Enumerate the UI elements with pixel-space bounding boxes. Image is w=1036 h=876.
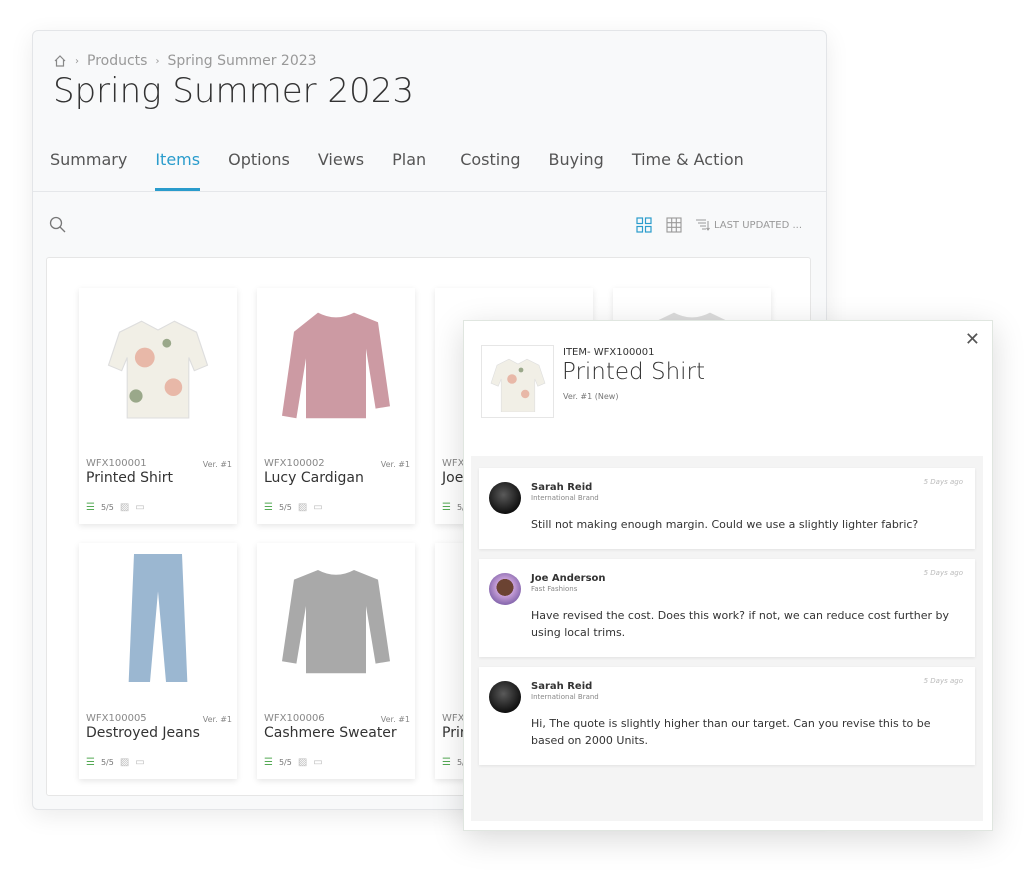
- progress-count: 5/5: [100, 503, 114, 512]
- item-meta: ☰ 5/5 ▨ ▭: [86, 757, 231, 768]
- item-code: ITEM- WFX100001: [563, 347, 655, 358]
- item-version: Ver. #1: [380, 715, 410, 724]
- item-info: WFX100001 Ver. #1 Printed Shirt ☰ 5/5 ▨ …: [79, 438, 237, 513]
- item-card[interactable]: WFX100005 Ver. #1 Destroyed Jeans ☰ 5/5 …: [79, 543, 237, 779]
- breadcrumb-current: Spring Summer 2023: [167, 53, 317, 69]
- comment: 5 Days ago Joe Anderson Fast Fashions Ha…: [479, 559, 975, 657]
- comment: 5 Days ago Sarah Reid International Bran…: [479, 667, 975, 765]
- item-image: [79, 288, 237, 438]
- progress-count: 5/5: [278, 503, 292, 512]
- sort-label: LAST UPDATED ...: [713, 219, 802, 231]
- checklist-icon: ☰: [264, 502, 273, 513]
- comment-author: Sarah Reid: [531, 482, 593, 493]
- checklist-icon: ☰: [442, 757, 451, 768]
- item-thumbnail: [481, 345, 554, 418]
- item-meta: ☰ 5/5 ▨ ▭: [264, 757, 409, 768]
- image-icon[interactable]: ▨: [120, 757, 129, 768]
- comment-icon[interactable]: ▭: [135, 757, 144, 768]
- item-name: Lucy Cardigan: [264, 470, 364, 486]
- avatar: [489, 482, 521, 514]
- tab-costing[interactable]: Costing: [460, 149, 534, 191]
- avatar: [489, 573, 521, 605]
- comment-author: Sarah Reid: [531, 681, 593, 692]
- progress-count: 5/5: [278, 758, 292, 767]
- sort-icon: [695, 219, 710, 231]
- item-name: Printed Shirt: [562, 359, 706, 385]
- tab-options[interactable]: Options: [228, 149, 304, 191]
- comment-icon[interactable]: ▭: [313, 502, 322, 513]
- divider: [33, 191, 826, 192]
- tab-bar: Summary Items Options Views Plan Costing…: [50, 149, 772, 191]
- item-info: WFX100005 Ver. #1 Destroyed Jeans ☰ 5/5 …: [79, 693, 237, 768]
- table-view-icon[interactable]: [666, 217, 682, 233]
- close-icon[interactable]: ✕: [965, 329, 980, 350]
- item-version: Ver. #1: [202, 460, 232, 469]
- chevron-right-icon: ›: [155, 55, 160, 67]
- comment: 5 Days ago Sarah Reid International Bran…: [479, 468, 975, 549]
- item-name: Cashmere Sweater: [264, 725, 397, 741]
- tab-buying[interactable]: Buying: [549, 149, 618, 191]
- comment-time: 5 Days ago: [923, 478, 963, 486]
- image-icon[interactable]: ▨: [120, 502, 129, 513]
- avatar: [489, 681, 521, 713]
- item-version: Ver. #1: [380, 460, 410, 469]
- breadcrumb: › Products › Spring Summer 2023: [53, 53, 317, 69]
- item-image: [257, 288, 415, 438]
- image-icon[interactable]: ▨: [298, 757, 307, 768]
- item-card[interactable]: WFX100001 Ver. #1 Printed Shirt ☰ 5/5 ▨ …: [79, 288, 237, 524]
- comment-icon[interactable]: ▭: [313, 757, 322, 768]
- comment-org: Fast Fashions: [531, 585, 578, 593]
- tab-items[interactable]: Items: [155, 149, 214, 191]
- tab-summary[interactable]: Summary: [50, 149, 141, 191]
- item-comments-popup: ✕ ITEM- WFX100001 Printed Shirt Ver. #1 …: [463, 320, 993, 831]
- comment-time: 5 Days ago: [923, 677, 963, 685]
- item-card[interactable]: WFX100006 Ver. #1 Cashmere Sweater ☰ 5/5…: [257, 543, 415, 779]
- comment-author: Joe Anderson: [531, 573, 606, 584]
- item-name: Destroyed Jeans: [86, 725, 200, 741]
- comment-icon[interactable]: ▭: [135, 502, 144, 513]
- comment-org: International Brand: [531, 693, 599, 701]
- item-image: [257, 543, 415, 693]
- checklist-icon: ☰: [264, 757, 273, 768]
- tab-plan[interactable]: Plan: [392, 149, 440, 191]
- comment-time: 5 Days ago: [923, 569, 963, 577]
- item-image: [79, 543, 237, 693]
- tab-views[interactable]: Views: [318, 149, 378, 191]
- comment-text: Still not making enough margin. Could we…: [531, 518, 919, 531]
- image-icon[interactable]: ▨: [298, 502, 307, 513]
- comment-text: Have revised the cost. Does this work? i…: [531, 609, 949, 639]
- comment-text: Hi, The quote is slightly higher than ou…: [531, 717, 931, 747]
- item-meta: ☰ 5/5 ▨ ▭: [264, 502, 409, 513]
- item-card[interactable]: WFX100002 Ver. #1 Lucy Cardigan ☰ 5/5 ▨ …: [257, 288, 415, 524]
- view-toolbar: LAST UPDATED ...: [636, 217, 802, 233]
- checklist-icon: ☰: [86, 502, 95, 513]
- tile-view-icon[interactable]: [636, 217, 652, 233]
- item-info: WFX100006 Ver. #1 Cashmere Sweater ☰ 5/5…: [257, 693, 415, 768]
- home-icon[interactable]: [53, 54, 67, 68]
- item-info: WFX100002 Ver. #1 Lucy Cardigan ☰ 5/5 ▨ …: [257, 438, 415, 513]
- item-version: Ver. #1 (New): [563, 392, 619, 401]
- comment-org: International Brand: [531, 494, 599, 502]
- breadcrumb-products[interactable]: Products: [87, 53, 147, 69]
- item-meta: ☰ 5/5 ▨ ▭: [86, 502, 231, 513]
- page-title: Spring Summer 2023: [53, 71, 414, 111]
- progress-count: 5/5: [100, 758, 114, 767]
- tab-time-action[interactable]: Time & Action: [632, 149, 758, 191]
- comments-list: 5 Days ago Sarah Reid International Bran…: [471, 456, 983, 821]
- chevron-right-icon: ›: [75, 55, 79, 67]
- checklist-icon: ☰: [86, 757, 95, 768]
- item-version: Ver. #1: [202, 715, 232, 724]
- sort-button[interactable]: LAST UPDATED ...: [695, 219, 802, 231]
- search-icon[interactable]: [49, 216, 67, 234]
- item-name: Printed Shirt: [86, 470, 174, 486]
- checklist-icon: ☰: [442, 502, 451, 513]
